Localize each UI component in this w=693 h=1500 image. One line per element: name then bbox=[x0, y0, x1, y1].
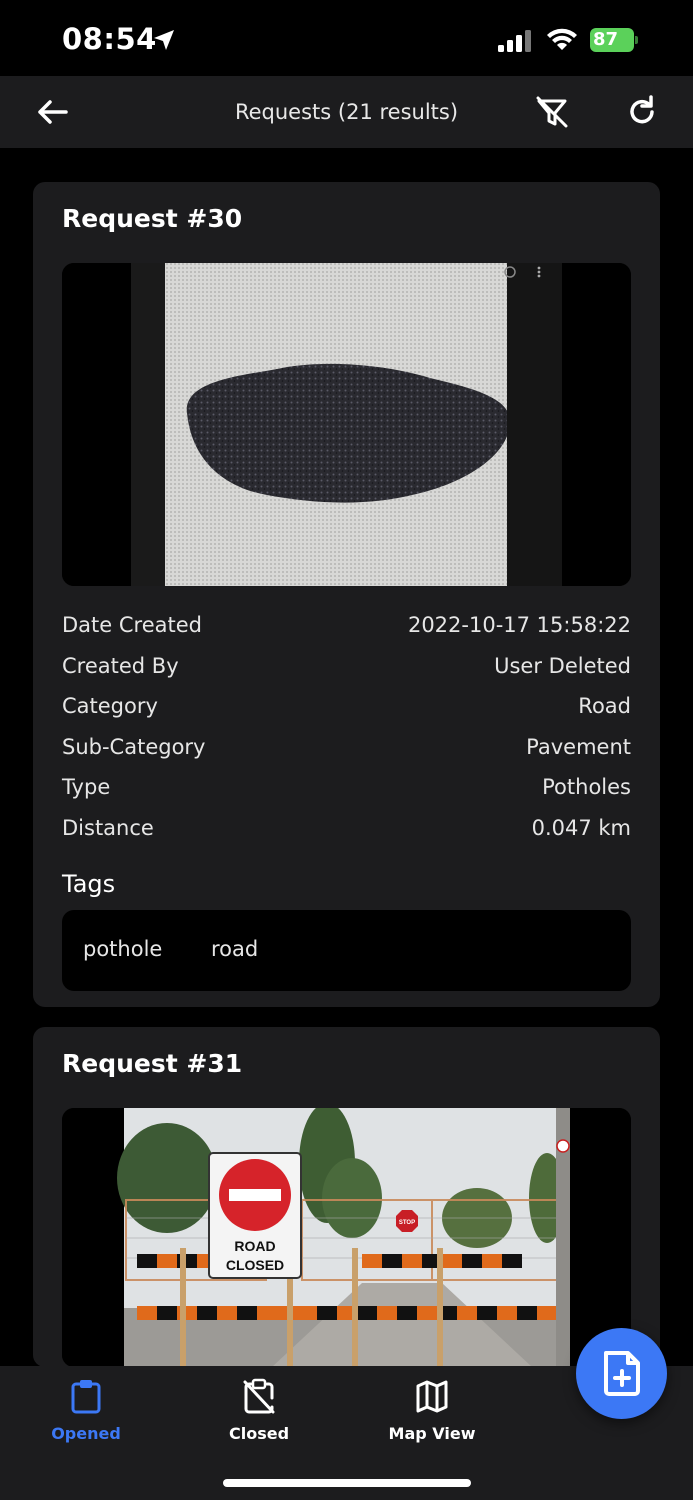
map-icon bbox=[416, 1380, 448, 1413]
detail-label: Created By bbox=[62, 653, 179, 678]
refresh-icon bbox=[630, 95, 654, 124]
page-title: Requests (21 results) bbox=[234, 100, 459, 124]
detail-label: Distance bbox=[62, 815, 154, 840]
pothole-photo bbox=[62, 263, 631, 586]
battery-level: 87 bbox=[593, 29, 619, 50]
tag-chip: road bbox=[211, 937, 259, 961]
file-plus-icon bbox=[604, 1351, 640, 1396]
request-title: Request #31 bbox=[62, 1049, 243, 1078]
detail-value: Pavement bbox=[526, 734, 631, 759]
wifi-icon bbox=[546, 28, 578, 56]
detail-label: Sub-Category bbox=[62, 734, 206, 759]
request-photo[interactable] bbox=[62, 263, 631, 586]
detail-value: Potholes bbox=[542, 775, 631, 800]
tag-chip: pothole bbox=[83, 937, 163, 961]
tab-label: Opened bbox=[51, 1424, 121, 1443]
refresh-button[interactable] bbox=[624, 94, 660, 130]
detail-value: User Deleted bbox=[494, 653, 631, 678]
tags-heading: Tags bbox=[62, 870, 116, 898]
tab-map-view[interactable]: Map View bbox=[367, 1378, 497, 1443]
detail-label: Type bbox=[62, 775, 111, 800]
detail-label: Date Created bbox=[62, 613, 202, 638]
home-indicator bbox=[223, 1479, 471, 1487]
status-bar: 08:54 87 bbox=[0, 0, 693, 76]
tab-label: Closed bbox=[228, 1424, 290, 1443]
app-header: Requests (21 results) bbox=[0, 76, 693, 148]
tab-label: Map View bbox=[388, 1424, 476, 1443]
detail-label: Category bbox=[62, 694, 158, 719]
sign-text-closed: CLOSED bbox=[226, 1257, 284, 1273]
clipboard-icon bbox=[71, 1380, 101, 1414]
tags-list: pothole road bbox=[62, 910, 631, 991]
location-arrow-icon bbox=[152, 28, 176, 56]
stop-sign-text: STOP bbox=[399, 1220, 415, 1226]
detail-row-sub-category: Sub-Category Pavement bbox=[62, 727, 631, 768]
request-details: Date Created 2022-10-17 15:58:22 Created… bbox=[62, 605, 631, 848]
road-closed-photo: ROAD CLOSED STOP bbox=[62, 1108, 631, 1367]
tab-opened[interactable]: Opened bbox=[21, 1378, 151, 1443]
detail-value: 2022-10-17 15:58:22 bbox=[407, 613, 631, 638]
clear-filter-button[interactable] bbox=[534, 94, 570, 130]
clipboard-off-icon bbox=[243, 1378, 275, 1414]
detail-row-date-created: Date Created 2022-10-17 15:58:22 bbox=[62, 605, 631, 646]
cellular-signal-icon bbox=[498, 30, 534, 56]
request-photo[interactable]: ROAD CLOSED STOP bbox=[62, 1108, 631, 1367]
detail-row-created-by: Created By User Deleted bbox=[62, 646, 631, 687]
detail-value: Road bbox=[578, 694, 631, 719]
filter-off-icon bbox=[536, 96, 568, 128]
battery-icon: 87 bbox=[590, 28, 638, 52]
detail-row-type: Type Potholes bbox=[62, 767, 631, 808]
request-card[interactable]: Request #31 ROAD CLOSED STOP bbox=[33, 1027, 660, 1367]
detail-row-distance: Distance 0.047 km bbox=[62, 808, 631, 849]
status-time: 08:54 bbox=[62, 22, 157, 56]
tab-closed[interactable]: Closed bbox=[194, 1378, 324, 1443]
request-card[interactable]: Request #30 Date Created 2022-10-17 15:5… bbox=[33, 182, 660, 1007]
new-request-button[interactable] bbox=[576, 1328, 667, 1419]
detail-value: 0.047 km bbox=[531, 815, 631, 840]
sign-text-road: ROAD bbox=[234, 1238, 275, 1254]
request-title: Request #30 bbox=[62, 204, 243, 233]
detail-row-category: Category Road bbox=[62, 686, 631, 727]
